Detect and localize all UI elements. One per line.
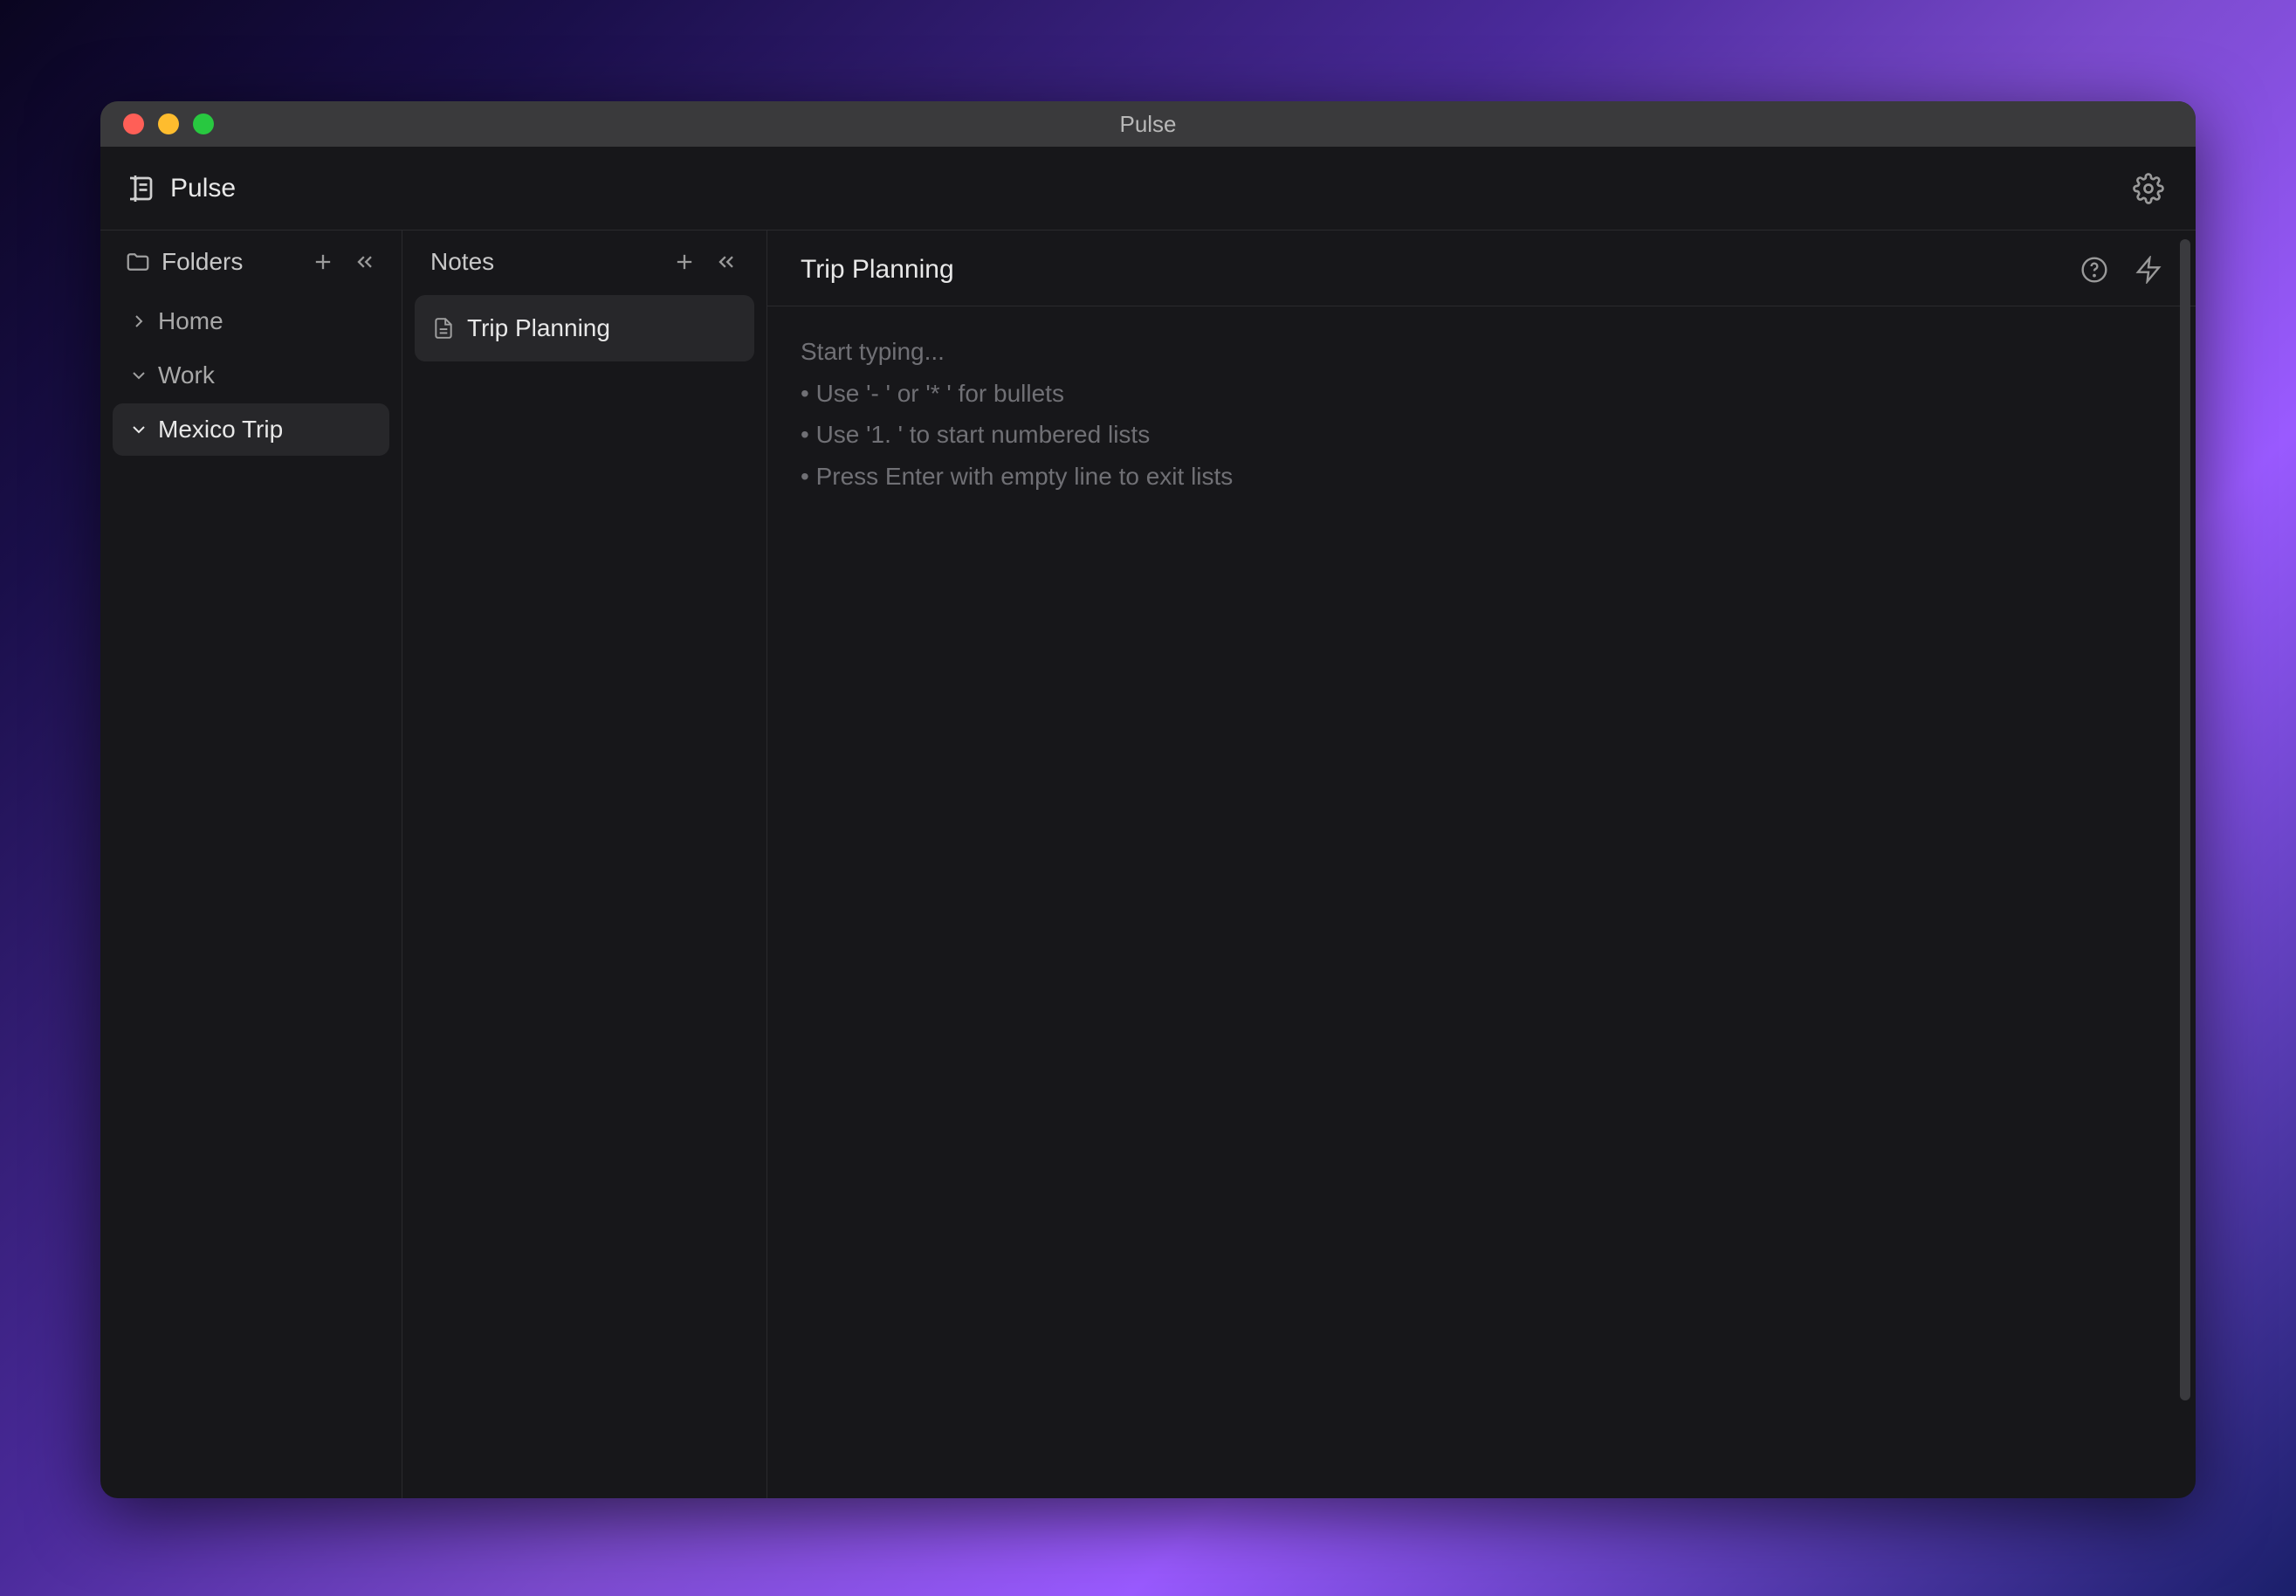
app-logo-icon [125, 173, 156, 204]
folder-item-home[interactable]: Home [113, 295, 389, 347]
note-list: Trip Planning [415, 295, 754, 361]
titlebar[interactable]: Pulse [100, 101, 2196, 147]
settings-button[interactable] [2126, 166, 2171, 211]
folder-label: Home [158, 307, 223, 335]
editor-title: Trip Planning [801, 255, 954, 285]
window-title: Pulse [1119, 111, 1176, 138]
chevron-right-icon [128, 311, 149, 332]
folder-label: Work [158, 361, 215, 389]
close-window-button[interactable] [123, 114, 144, 134]
collapse-notes-button[interactable] [714, 250, 739, 274]
maximize-window-button[interactable] [193, 114, 214, 134]
scrollbar[interactable] [2180, 239, 2190, 1400]
folder-list: Home Work Mexico T [113, 295, 389, 456]
editor-body[interactable]: Start typing... • Use '- ' or '* ' for b… [767, 306, 2196, 1498]
add-folder-button[interactable] [311, 250, 335, 274]
folders-header: Folders [113, 248, 389, 295]
help-button[interactable] [2080, 256, 2108, 284]
folder-item-mexico-trip[interactable]: Mexico Trip [113, 403, 389, 456]
traffic-lights [100, 114, 214, 134]
folder-icon [125, 249, 151, 275]
notes-panel: Notes [402, 230, 767, 1498]
app-window: Pulse Pulse [100, 101, 2196, 1498]
add-note-button[interactable] [672, 250, 697, 274]
editor-placeholder: Start typing... • Use '- ' or '* ' for b… [801, 331, 2162, 497]
note-label: Trip Planning [467, 314, 610, 342]
folders-sidebar: Folders [100, 230, 402, 1498]
lightning-button[interactable] [2134, 256, 2162, 284]
notes-title: Notes [430, 248, 672, 276]
editor-panel: Trip Planning [767, 230, 2196, 1498]
app-header-left: Pulse [125, 173, 236, 204]
notes-header: Notes [415, 248, 754, 295]
document-icon [432, 317, 455, 340]
editor-header: Trip Planning [767, 230, 2196, 306]
gear-icon [2133, 173, 2164, 204]
minimize-window-button[interactable] [158, 114, 179, 134]
chevron-down-icon [128, 419, 149, 440]
folder-item-work[interactable]: Work [113, 349, 389, 402]
collapse-sidebar-button[interactable] [353, 250, 377, 274]
content-area: Folders [100, 230, 2196, 1498]
chevron-down-icon [128, 365, 149, 386]
app-header: Pulse [100, 147, 2196, 230]
note-item-trip-planning[interactable]: Trip Planning [415, 295, 754, 361]
folders-title: Folders [162, 248, 300, 276]
folder-label: Mexico Trip [158, 416, 283, 444]
app-name: Pulse [170, 174, 236, 203]
